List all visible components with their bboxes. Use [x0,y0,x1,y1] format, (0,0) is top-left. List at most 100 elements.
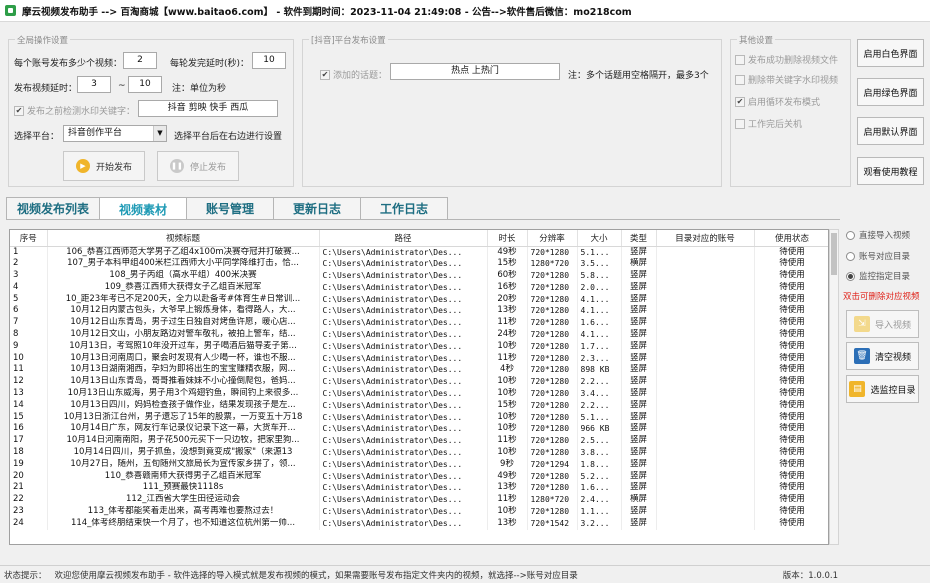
table-row[interactable]: 22 112_江西省大学生田径运动会 C:\Users\Administrator\… [10,494,828,507]
cell-size: 5.2... [577,470,622,483]
col-title[interactable]: 视频标题 [47,230,320,247]
radio-monitor-dir[interactable]: 监控指定目录 [846,270,910,282]
choose-monitor-dir-button[interactable]: ▤ 选监控目录 [846,375,919,403]
table-row[interactable]: 6 10月12日内蒙古包头，大爷早上锻炼身体，看得路人，大... C:\Users\… [10,305,828,318]
cell-type: 竖屏 [621,329,657,341]
cell-account [656,246,755,259]
table-row[interactable]: 16 10月14日广东，网友行车记录仪记录下这一幕，大货车开... C:\Users… [10,423,828,436]
cell-type: 竖屏 [621,435,657,448]
table-row[interactable]: 8 10月12日文山，小朋友路边对警车敬礼，被拍上警车，结... C:\Users\… [10,329,828,341]
delete-after-publish-checkbox[interactable]: 发布成功删除视频文件 [735,53,838,66]
video-table[interactable]: 序号 视频标题 路径 时长 分辨率 大小 类型 目录对应的账号 使用状态 1 10… [9,229,829,545]
topic-input[interactable]: 热点 上热门 [390,63,560,80]
tab-work-log[interactable]: 工作日志 [360,197,449,219]
table-row[interactable]: 2 107_男子本科甲组400米栏江西师大小平同学降维打击，恰... C:\User… [10,258,828,271]
table-row[interactable]: 10 10月13日河南周口，聚会时发现有人少喝一杯，谁也不服... C:\Users… [10,352,828,365]
delete-after-publish-box [735,54,745,65]
default-theme-button[interactable]: 启用默认界面 [857,117,924,145]
cell-status: 待使用 [754,482,828,495]
table-row[interactable]: 18 10月14日四川，男子抓鱼，没想到竟变成"搬家"（来源13 C:\Users\… [10,447,828,459]
loop-mode-checkbox[interactable]: 启用循环发布模式 [735,95,820,108]
cell-status: 待使用 [754,364,828,377]
cell-status: 待使用 [754,376,828,389]
table-row[interactable]: 4 109_恭喜江西师大获得女子乙组百米冠军 C:\Users\Administra… [10,281,828,294]
start-publish-label: 开始发布 [95,162,132,173]
col-index[interactable]: 序号 [10,230,48,247]
cell-duration: 9秒 [487,458,528,471]
detect-watermark-checkbox[interactable]: 发布之前检测水印关键字： [14,104,135,117]
scrollbar-thumb[interactable] [831,233,837,275]
table-row[interactable]: 7 10月12日山东青岛，男子过生日独自对烤鱼许愿，暖心店... C:\Users\… [10,317,828,330]
table-row[interactable]: 24 114_体考终朋结束快一个月了，也不知道这位杭州第一帅... C:\Users… [10,517,828,530]
col-type[interactable]: 类型 [621,230,657,247]
douyin-settings-group: [抖音]平台发布设置 [302,34,722,187]
stop-publish-button[interactable]: ❚❚ 停止发布 [157,151,239,181]
col-account[interactable]: 目录对应的账号 [656,230,755,247]
table-row[interactable]: 14 10月13日四川，妈妈检查孩子做作业，结果发现孩子是左... C:\Users… [10,399,828,412]
radio-account-dir[interactable]: 账号对应目录 [846,250,910,262]
watermark-keywords-input[interactable]: 抖音 剪映 快手 西瓜 [138,100,278,117]
tab-account-management[interactable]: 账号管理 [186,197,275,219]
cell-title: 113_体考都能笑着走出来，高考再难也要熬过去！ [47,506,320,518]
table-row[interactable]: 17 10月14日河南南阳，男子花500元买下一只边牧，把家里狗... C:\Use… [10,435,828,448]
cell-account [656,270,755,282]
table-row[interactable]: 1 106_恭喜江西师范大学男子乙组4x100m决赛夺冠并打破赛... C:\Use… [10,246,828,259]
table-row[interactable]: 19 10月27日，随州，五旬随州文旅局长为宣传家乡拼了，领... C:\Users… [10,458,828,471]
cell-resolution: 720*1280 [527,270,578,282]
table-row[interactable]: 15 10月13日浙江台州，男子遗忘了15年的股票，一万变五十万18 C:\User… [10,411,828,424]
table-row[interactable]: 21 111_预赛最快1118s C:\Users\Administrator\De… [10,482,828,495]
cell-path: C:\Users\Administrator\Des... [319,447,488,459]
cell-index: 6 [10,305,48,318]
add-topic-checkbox[interactable]: 添加的话题： [320,68,387,81]
cell-title: 111_预赛最快1118s [47,482,320,495]
cell-account [656,293,755,306]
tutorial-button[interactable]: 观看使用教程 [857,157,924,185]
green-theme-button[interactable]: 启用绿色界面 [857,78,924,106]
global-delay-input[interactable]: 10 [252,52,286,69]
cell-duration: 10秒 [487,423,528,436]
detect-watermark-check-icon [14,105,24,116]
cell-duration: 10秒 [487,411,528,424]
cell-size: 2.5... [577,435,622,448]
col-status[interactable]: 使用状态 [754,230,828,247]
video-delay-label: 发布视频延时： [14,84,78,94]
cell-title: 107_男子本科甲组400米栏江西师大小平同学降维打击，恰... [47,258,320,271]
per-account-input[interactable]: 2 [123,52,157,69]
col-path[interactable]: 路径 [319,230,488,247]
white-theme-button[interactable]: 启用白色界面 [857,39,924,67]
video-delay-max-input[interactable]: 10 [128,76,162,93]
table-scrollbar[interactable] [829,229,839,545]
col-resolution[interactable]: 分辨率 [527,230,578,247]
global-delay-label: 每轮发完延时(秒)： [170,59,250,69]
table-row[interactable]: 9 10月13日，考驾照10年没开过车，男子喝酒后猫导麦子第... C:\Users… [10,340,828,353]
start-publish-button[interactable]: ▶ 开始发布 [63,151,145,181]
col-duration[interactable]: 时长 [487,230,528,247]
cell-size: 2.2... [577,399,622,412]
cell-path: C:\Users\Administrator\Des... [319,317,488,330]
cell-account [656,364,755,377]
tab-update-log[interactable]: 更新日志 [273,197,362,219]
cell-size: 3.5... [577,258,622,271]
clear-video-button[interactable]: 🗑 清空视频 [846,342,919,370]
table-row[interactable]: 5 10_距23年考已不足200天，全力以赴备考#体育生#日常训... C:\Use… [10,293,828,306]
table-row[interactable]: 11 10月13日湖南湘西，孕妇为即将出生的宝宝赚精衣服，网... C:\Users… [10,364,828,377]
import-video-button[interactable]: ⇲ 导入视频 [846,310,919,338]
shutdown-checkbox[interactable]: 工作完后关机 [735,117,802,130]
table-row[interactable]: 12 10月13日山东青岛，哥哥推着妹妹不小心撞倒爬包，爸妈... C:\Users… [10,376,828,389]
platform-select[interactable]: 抖音创作平台 ▼ [63,125,167,142]
table-row[interactable]: 20 110_恭喜赣南师大获得男子乙组百米冠军 C:\Users\Administr… [10,470,828,483]
table-row[interactable]: 3 108_男子丙组（高水平组）400米决赛 C:\Users\Administra… [10,270,828,282]
window-title: 摩云视频发布助手 --> 百淘商城【www.baitao6.com】 - 软件到… [22,6,632,18]
tab-publish-list[interactable]: 视频发布列表 [6,197,101,219]
table-row[interactable]: 13 10月13日山东威海，男子用3个鸡翅钓鱼，瞬间钓上来很多... C:\User… [10,388,828,400]
tab-video-materials[interactable]: 视频素材 [99,197,188,220]
delete-watermark-checkbox[interactable]: 删除带关键字水印视频 [735,73,838,86]
cell-account [656,411,755,424]
platform-note: 选择平台后在右边进行设置 [174,132,283,142]
col-size[interactable]: 大小 [577,230,622,247]
cell-index: 14 [10,399,48,412]
radio-direct-import[interactable]: 直接导入视频 [846,229,910,241]
table-row[interactable]: 23 113_体考都能笑着走出来，高考再难也要熬过去！ C:\Users\Admin… [10,506,828,518]
cell-type: 竖屏 [621,399,657,412]
video-delay-min-input[interactable]: 3 [77,76,111,93]
